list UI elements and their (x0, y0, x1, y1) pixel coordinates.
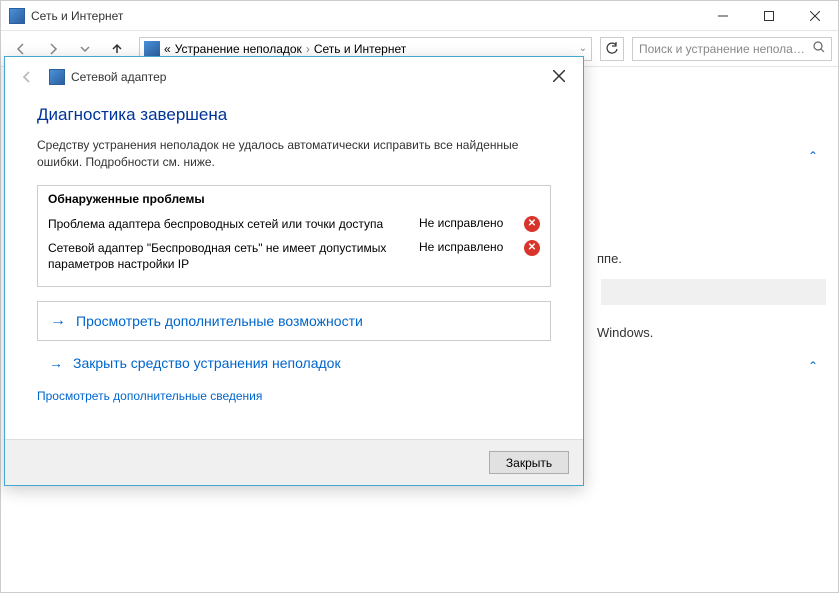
problem-description: Проблема адаптера беспроводных сетей или… (48, 216, 409, 232)
problem-status: Не исправлено (419, 216, 514, 230)
control-panel-icon (9, 8, 25, 24)
refresh-button[interactable] (600, 37, 624, 61)
problem-row[interactable]: Проблема адаптера беспроводных сетей или… (48, 212, 540, 236)
dialog-back-button[interactable] (13, 63, 41, 91)
search-placeholder: Поиск и устранение неполад... (639, 42, 809, 56)
network-adapter-icon (49, 69, 65, 85)
close-button[interactable]: Закрыть (489, 451, 569, 474)
search-input[interactable]: Поиск и устранение неполад... (632, 37, 832, 61)
breadcrumb-prefix: « (164, 42, 171, 56)
parent-window-title: Сеть и Интернет (31, 9, 700, 23)
problems-box: Обнаруженные проблемы Проблема адаптера … (37, 185, 551, 288)
chevron-down-icon[interactable]: ⌄ (579, 43, 587, 54)
breadcrumb-item[interactable]: Сеть и Интернет (314, 42, 406, 56)
problems-header: Обнаруженные проблемы (48, 192, 540, 206)
parent-titlebar: Сеть и Интернет (1, 1, 838, 31)
error-icon: ✕ (524, 240, 540, 256)
dialog-close-button[interactable] (539, 61, 579, 91)
problem-row[interactable]: Сетевой адаптер "Беспроводная сеть" не и… (48, 236, 540, 276)
bg-text: Windows. (597, 325, 653, 340)
diagnostic-heading: Диагностика завершена (37, 105, 551, 125)
view-details-link[interactable]: Просмотреть дополнительные сведения (37, 389, 551, 403)
problem-description: Сетевой адаптер "Беспроводная сеть" не и… (48, 240, 409, 272)
breadcrumb-icon (144, 41, 160, 57)
breadcrumb-item[interactable]: Устранение неполадок (175, 42, 302, 56)
bg-option-bar[interactable] (601, 279, 826, 305)
dialog-footer: Закрыть (5, 439, 583, 485)
maximize-button[interactable] (746, 1, 792, 31)
accordion-collapse-icon[interactable]: ⌃ (808, 149, 818, 163)
action-label: Просмотреть дополнительные возможности (76, 313, 363, 329)
view-more-options-box[interactable]: → Просмотреть дополнительные возможности (37, 301, 551, 341)
accordion-collapse-icon[interactable]: ⌃ (808, 359, 818, 373)
window-close-button[interactable] (792, 1, 838, 31)
arrow-right-icon: → (50, 312, 66, 330)
error-icon: ✕ (524, 216, 540, 232)
chevron-right-icon: › (306, 42, 310, 56)
problem-status: Не исправлено (419, 240, 514, 254)
troubleshooter-dialog: Сетевой адаптер Диагностика завершена Ср… (4, 56, 584, 486)
close-troubleshooter-link[interactable]: → Закрыть средство устранения неполадок (37, 355, 551, 371)
dialog-title: Сетевой адаптер (71, 70, 575, 84)
search-icon (813, 41, 825, 56)
view-more-options-link[interactable]: → Просмотреть дополнительные возможности (50, 312, 538, 330)
minimize-button[interactable] (700, 1, 746, 31)
bg-text: ппе. (597, 251, 622, 266)
dialog-body: Диагностика завершена Средству устранени… (5, 97, 583, 439)
dialog-titlebar: Сетевой адаптер (5, 57, 583, 97)
diagnostic-description: Средству устранения неполадок не удалось… (37, 137, 551, 171)
action-label: Закрыть средство устранения неполадок (73, 355, 341, 371)
arrow-right-icon: → (49, 355, 63, 371)
